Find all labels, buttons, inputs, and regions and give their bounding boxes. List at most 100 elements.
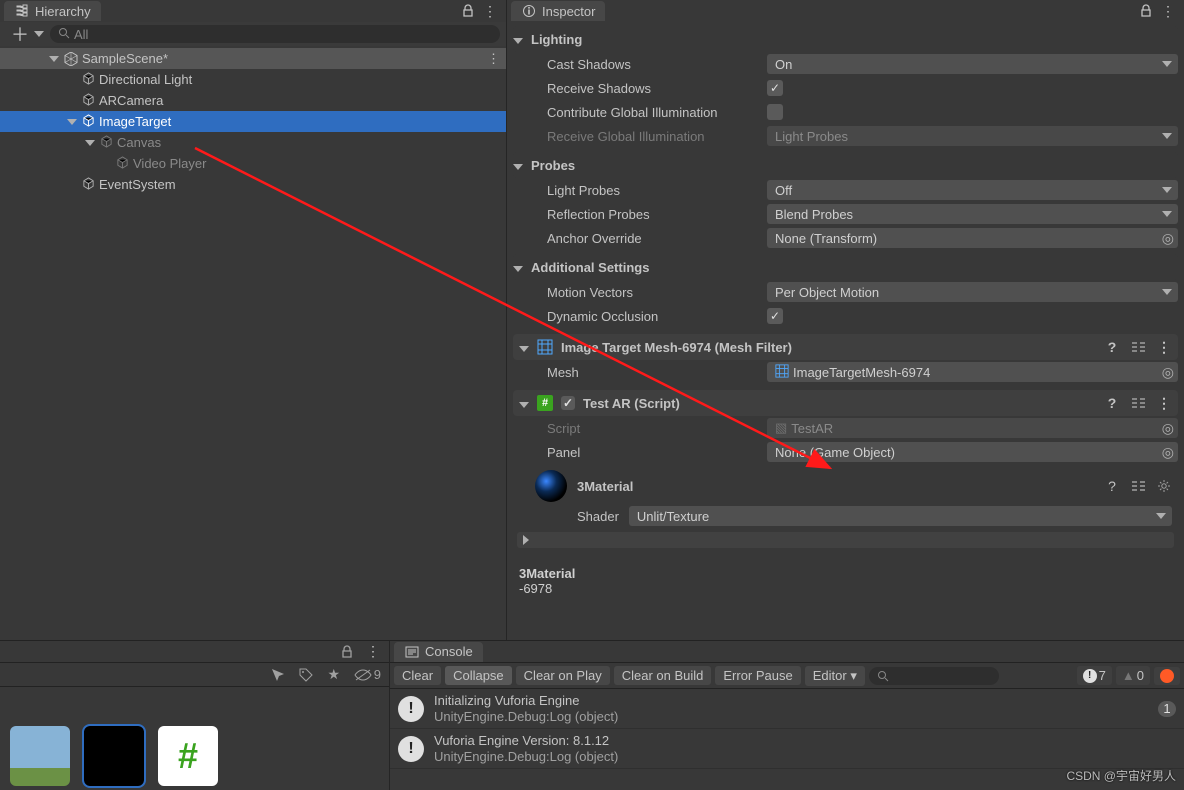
checkbox-contribute-gi[interactable] [767, 104, 783, 120]
search-placeholder: All [74, 27, 88, 42]
collapse-button[interactable]: Collapse [445, 666, 512, 685]
preview-title: 3Material [519, 566, 1178, 581]
gameobject-icon [116, 156, 129, 172]
selection-icon[interactable] [270, 667, 286, 683]
context-menu-icon[interactable]: ⋮ [1160, 3, 1176, 19]
lock-icon[interactable] [460, 3, 476, 19]
objectfield-script: ▧ TestAR◎ [767, 418, 1178, 438]
mesh-filter-icon [537, 339, 553, 355]
asset-thumb[interactable]: # [158, 726, 218, 786]
group-additional[interactable]: Additional Settings [513, 254, 1178, 280]
dropdown-cast-shadows[interactable]: On [767, 54, 1178, 74]
dropdown-light-probes[interactable]: Off [767, 180, 1178, 200]
chevron-down-icon [1162, 211, 1172, 217]
chevron-right-icon [523, 535, 529, 545]
error-count[interactable] [1154, 667, 1180, 685]
error-icon [1160, 669, 1174, 683]
console-tab[interactable]: Console [394, 642, 483, 662]
scene-row[interactable]: SampleScene* ⋮ [0, 48, 506, 69]
error-pause-button[interactable]: Error Pause [715, 666, 800, 685]
chevron-down-icon [1162, 289, 1172, 295]
script-icon: # [537, 395, 553, 411]
material-name: 3Material [577, 479, 633, 494]
context-menu-icon[interactable]: ⋮ [482, 3, 498, 19]
chevron-down-icon [1156, 513, 1166, 519]
hierarchy-icon [14, 3, 30, 19]
hierarchy-item-selected[interactable]: ImageTarget [0, 111, 506, 132]
add-dropdown-icon[interactable] [34, 31, 44, 37]
add-icon[interactable]: ＋ [12, 26, 28, 42]
log-count-pill: 1 [1158, 701, 1176, 717]
dropdown-shader[interactable]: Unlit/Texture [629, 506, 1172, 526]
hierarchy-item[interactable]: Video Player [0, 153, 506, 174]
tag-icon[interactable] [298, 667, 314, 683]
checkbox-dynamic-occlusion[interactable]: ✓ [767, 308, 783, 324]
help-icon[interactable]: ? [1104, 339, 1120, 355]
context-menu-icon[interactable]: ⋮ [1156, 395, 1172, 411]
chevron-down-icon [1162, 61, 1172, 67]
material-header[interactable]: 3Material ? [513, 464, 1178, 502]
group-lighting[interactable]: Lighting [513, 26, 1178, 52]
unity-icon [64, 52, 78, 66]
dropdown-receive-gi: Light Probes [767, 126, 1178, 146]
asset-thumb[interactable] [84, 726, 144, 786]
context-menu-icon[interactable]: ⋮ [365, 644, 381, 660]
context-menu-icon[interactable]: ⋮ [1156, 339, 1172, 355]
checkbox-receive-shadows[interactable]: ✓ [767, 80, 783, 96]
scene-menu-icon[interactable]: ⋮ [487, 51, 500, 67]
component-mesh-filter[interactable]: Image Target Mesh-6974 (Mesh Filter) ? ⋮ [513, 334, 1178, 360]
info-icon: ! [398, 736, 424, 762]
hierarchy-search-input[interactable]: All [50, 25, 500, 43]
group-probes[interactable]: Probes [513, 152, 1178, 178]
dropdown-reflection-probes[interactable]: Blend Probes [767, 204, 1178, 224]
preset-icon[interactable] [1130, 339, 1146, 355]
console-icon [404, 644, 420, 660]
objectfield-mesh[interactable]: ImageTargetMesh-6974◎ [767, 362, 1178, 382]
hierarchy-item[interactable]: ARCamera [0, 90, 506, 111]
asset-thumb[interactable] [10, 726, 70, 786]
preset-icon[interactable] [1130, 395, 1146, 411]
objectfield-panel[interactable]: None (Game Object)◎ [767, 442, 1178, 462]
target-icon[interactable]: ◎ [1162, 230, 1174, 247]
clear-on-build-button[interactable]: Clear on Build [614, 666, 712, 685]
hierarchy-item[interactable]: Canvas [0, 132, 506, 153]
prop-receive-shadows: Receive Shadows ✓ [513, 76, 1178, 100]
favorite-icon[interactable]: ★ [326, 667, 342, 683]
inspector-tab[interactable]: Inspector [511, 1, 605, 21]
script-file-icon: ▧ [775, 420, 787, 436]
clear-on-play-button[interactable]: Clear on Play [516, 666, 610, 685]
target-icon: ◎ [1162, 420, 1174, 437]
preset-icon[interactable] [1130, 478, 1146, 494]
hierarchy-tab[interactable]: Hierarchy [4, 1, 101, 21]
objectfield-anchor-override[interactable]: None (Transform)◎ [767, 228, 1178, 248]
hierarchy-item[interactable]: EventSystem [0, 174, 506, 195]
shader-label: Shader [577, 509, 619, 524]
gear-icon[interactable] [1156, 478, 1172, 494]
prop-cast-shadows: Cast Shadows On [513, 52, 1178, 76]
console-log-row[interactable]: ! Initializing Vuforia Engine UnityEngin… [390, 689, 1184, 729]
editor-dropdown[interactable]: Editor ▾ [805, 666, 865, 686]
hierarchy-item[interactable]: Directional Light [0, 69, 506, 90]
chevron-down-icon [1162, 133, 1172, 139]
console-search-input[interactable] [869, 667, 999, 685]
material-preview-icon [535, 470, 567, 502]
info-count[interactable]: ! 7 [1077, 666, 1112, 685]
clear-button[interactable]: Clear [394, 666, 441, 685]
prop-receive-gi: Receive Global Illumination Light Probes [513, 124, 1178, 148]
checkbox-enable-script[interactable]: ✓ [561, 396, 575, 410]
gameobject-icon [82, 93, 95, 109]
lock-icon[interactable] [339, 644, 355, 660]
help-icon[interactable]: ? [1104, 478, 1120, 494]
visibility-toggle[interactable]: 9 [354, 667, 381, 682]
target-icon[interactable]: ◎ [1162, 444, 1174, 461]
lock-icon[interactable] [1138, 3, 1154, 19]
console-log-row[interactable]: ! Vuforia Engine Version: 8.1.12 UnityEn… [390, 729, 1184, 769]
search-icon [58, 27, 70, 42]
target-icon[interactable]: ◎ [1162, 364, 1174, 381]
material-expand-bar[interactable] [517, 532, 1174, 548]
component-testar-script[interactable]: # ✓ Test AR (Script) ? ⋮ [513, 390, 1178, 416]
gameobject-icon [82, 177, 95, 193]
dropdown-motion-vectors[interactable]: Per Object Motion [767, 282, 1178, 302]
warn-count[interactable]: ▲ 0 [1116, 666, 1150, 685]
help-icon[interactable]: ? [1104, 395, 1120, 411]
